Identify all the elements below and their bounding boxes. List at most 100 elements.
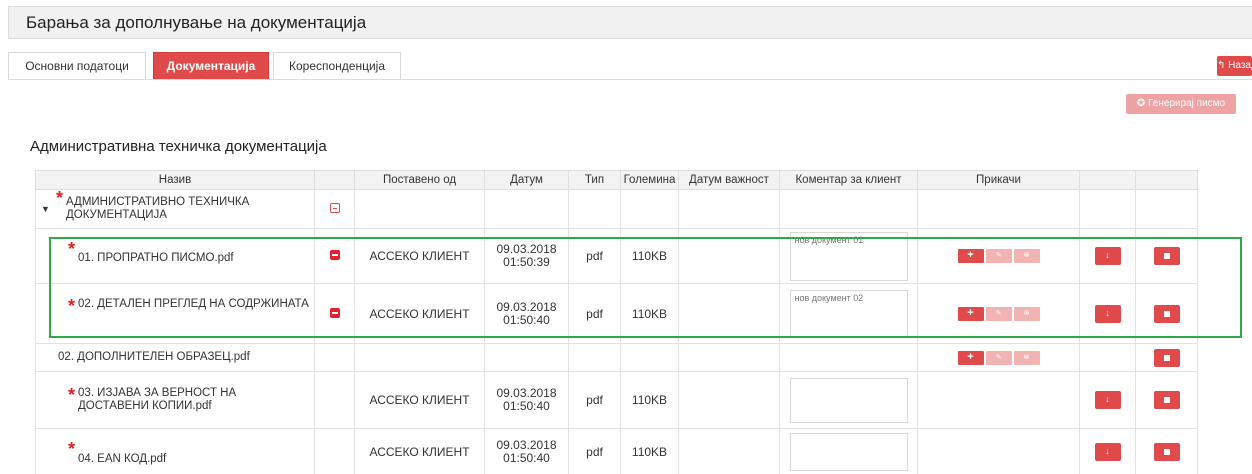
add-attachment-button[interactable]: + — [957, 306, 984, 321]
asterisk-icon: * — [68, 439, 76, 459]
uploaded-by: АССЕКО КЛИЕНТ — [354, 283, 485, 344]
attach-actions: + ✎ ⊗ — [957, 350, 1040, 365]
add-attachment-button[interactable]: + — [957, 249, 984, 264]
document-name[interactable]: 03. ИЗЈАВА ЗА ВЕРНОСТ НА ДОСТАВЕНИ КОПИИ… — [78, 387, 278, 413]
delete-button[interactable] — [1153, 442, 1180, 461]
uploaded-by: АССЕКО КЛИЕНТ — [354, 428, 485, 474]
download-button[interactable]: ↓ — [1094, 304, 1121, 323]
upload-date: 09.03.2018 — [496, 437, 557, 452]
upload-time: 01:50:40 — [503, 450, 550, 465]
tab-correspondence[interactable]: Кореспонденција — [273, 52, 401, 80]
client-comment-input[interactable] — [789, 432, 908, 471]
circle-x-icon: ⊗ — [1023, 252, 1030, 260]
client-comment-input[interactable] — [789, 231, 908, 281]
table-header-row: Назив Поставено од Датум Тип Големина Да… — [35, 170, 1198, 190]
attach-actions: + ✎ ⊗ — [957, 249, 1040, 264]
remove-attachment-button[interactable]: ⊗ — [1013, 350, 1040, 365]
document-name[interactable]: 02. ДОПОЛНИТЕЛЕН ОБРАЗЕЦ.pdf — [58, 351, 250, 364]
plus-icon: + — [967, 306, 974, 319]
col-header-name[interactable]: Назив — [35, 170, 315, 190]
document-name[interactable]: 02. ДЕТАЛЕН ПРЕГЛЕД НА СОДРЖИНАТА НА ДОК… — [78, 298, 312, 311]
delete-button[interactable] — [1153, 304, 1180, 323]
asterisk-icon: * — [56, 188, 64, 208]
delete-button[interactable] — [1153, 247, 1180, 265]
download-button[interactable]: ↓ — [1094, 391, 1121, 409]
col-header-attach: Прикачи — [917, 170, 1080, 190]
file-type: pdf — [568, 283, 621, 344]
asterisk-icon: * — [68, 385, 76, 405]
table-row: 02. ДОПОЛНИТЕЛЕН ОБРАЗЕЦ.pdf + ✎ ⊗ — [35, 343, 1198, 372]
add-attachment-button[interactable]: + — [957, 350, 984, 365]
group-name: АДМИНИСТРАТИВНО ТЕХНИЧКА ДОКУМЕНТАЦИЈА — [66, 196, 250, 221]
file-size: 110KB — [620, 283, 679, 344]
upload-time: 01:50:39 — [503, 255, 550, 269]
stop-square-icon — [1163, 310, 1170, 317]
client-comment-input[interactable] — [789, 290, 908, 337]
minus-square-icon[interactable] — [329, 203, 340, 213]
uploaded-by: АССЕКО КЛИЕНТ — [354, 371, 485, 429]
stop-square-icon — [1163, 448, 1170, 455]
upload-time: 01:50:40 — [503, 312, 550, 327]
file-size: 110KB — [620, 228, 679, 284]
attach-actions: + ✎ ⊗ — [957, 306, 1040, 321]
table-row: * 03. ИЗЈАВА ЗА ВЕРНОСТ НА ДОСТАВЕНИ КОП… — [35, 371, 1198, 429]
file-type: pdf — [568, 371, 621, 429]
file-size: 110KB — [620, 371, 679, 429]
col-header-size[interactable]: Големина — [620, 170, 679, 190]
plus-icon: + — [967, 350, 974, 363]
document-name[interactable]: 01. ПРОПРАТНО ПИСМО.pdf — [78, 252, 234, 265]
documents-table: Назив Поставено од Датум Тип Големина Да… — [35, 170, 1198, 474]
expiry-date — [678, 228, 780, 284]
stop-square-icon — [1163, 253, 1170, 259]
back-button[interactable]: ↰ Назад — [1217, 56, 1252, 76]
client-comment-input[interactable] — [789, 377, 908, 423]
asterisk-icon: * — [68, 239, 76, 259]
download-arrow-icon: ↓ — [1105, 445, 1110, 456]
pencil-icon: ✎ — [995, 353, 1002, 361]
expiry-date — [678, 283, 780, 344]
download-button[interactable]: ↓ — [1094, 442, 1121, 461]
page-header: Барања за дополнување на документација — [8, 6, 1252, 39]
caret-down-icon[interactable]: ▼ — [41, 203, 50, 216]
document-name[interactable]: 04. ЕАN КОД.pdf — [78, 453, 166, 466]
file-size: 110KB — [620, 428, 679, 474]
col-header-delete — [1135, 170, 1198, 190]
delete-button[interactable] — [1153, 391, 1180, 409]
minus-square-icon[interactable] — [329, 307, 340, 318]
group-name-cell: ▼ * АДМИНИСТРАТИВНО ТЕХНИЧКА ДОКУМЕНТАЦИ… — [35, 188, 315, 229]
remove-attachment-button[interactable]: ⊗ — [1013, 306, 1040, 321]
table-row: * 02. ДЕТАЛЕН ПРЕГЛЕД НА СОДРЖИНАТА НА Д… — [35, 283, 1198, 344]
generate-letter-button[interactable]: ✪ Генерирај писмо — [1126, 94, 1236, 114]
col-header-expiry-date[interactable]: Датум важност — [678, 170, 780, 190]
page-title: Барања за дополнување на документација — [26, 13, 367, 32]
circle-x-icon: ⊗ — [1023, 353, 1030, 361]
uploaded-by: АССЕКО КЛИЕНТ — [354, 228, 485, 284]
file-type: pdf — [568, 228, 621, 284]
plus-icon: + — [967, 249, 974, 262]
minus-square-icon[interactable] — [329, 250, 340, 260]
table-row: * 01. ПРОПРАТНО ПИСМО.pdf АССЕКО КЛИЕНТ … — [35, 228, 1198, 284]
tab-basic-info[interactable]: Основни податоци — [8, 52, 146, 80]
col-header-type[interactable]: Тип — [568, 170, 621, 190]
section-title: Административна техничка документација — [30, 138, 327, 155]
app-root: Барања за дополнување на документација О… — [0, 0, 1252, 474]
edit-attachment-button[interactable]: ✎ — [985, 306, 1012, 321]
edit-attachment-button[interactable]: ✎ — [985, 249, 1012, 264]
col-header-date[interactable]: Датум — [484, 170, 569, 190]
delete-button[interactable] — [1153, 348, 1180, 367]
table-row: * 04. ЕАN КОД.pdf АССЕКО КЛИЕНТ 09.03.20… — [35, 428, 1198, 474]
tab-documentation[interactable]: Документација — [153, 52, 269, 80]
tab-divider — [8, 79, 1252, 80]
upload-date: 09.03.2018 — [496, 299, 557, 314]
download-arrow-icon: ↓ — [1105, 250, 1110, 260]
group-row: ▼ * АДМИНИСТРАТИВНО ТЕХНИЧКА ДОКУМЕНТАЦИ… — [35, 188, 1198, 229]
col-header-client-comment[interactable]: Коментар за клиент — [779, 170, 918, 190]
remove-attachment-button[interactable]: ⊗ — [1013, 249, 1040, 264]
download-arrow-icon: ↓ — [1105, 307, 1110, 318]
asterisk-icon: * — [68, 296, 76, 316]
col-header-uploaded-by[interactable]: Поставено од — [354, 170, 485, 190]
col-header-download — [1079, 170, 1136, 190]
pencil-icon: ✎ — [995, 252, 1002, 260]
download-button[interactable]: ↓ — [1094, 247, 1121, 265]
edit-attachment-button[interactable]: ✎ — [985, 350, 1012, 365]
